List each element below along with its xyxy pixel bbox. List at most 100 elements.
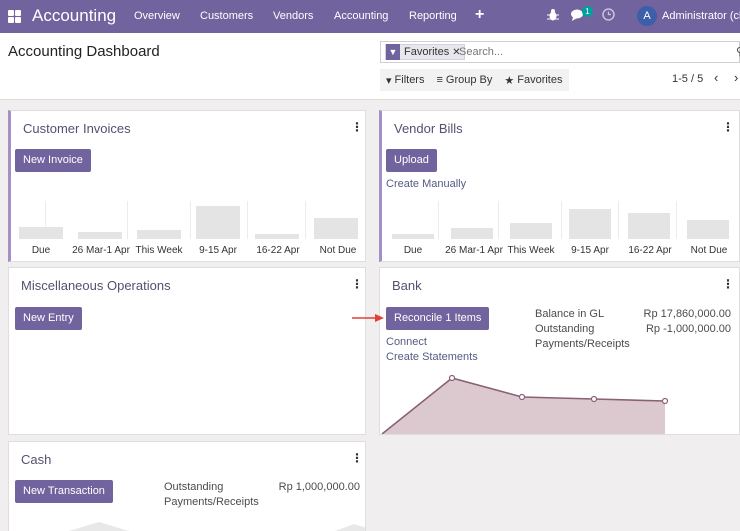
grid-line (498, 201, 499, 239)
chart-point[interactable] (590, 395, 598, 403)
filters-button[interactable]: ▾ Filters (380, 74, 430, 87)
invoice-bar-chart (15, 201, 365, 239)
kebab-menu-icon[interactable]: ⋮ (722, 278, 734, 290)
grid-line (305, 201, 306, 239)
customer-invoices-card: Customer Invoices ⋮ New Invoice Due 26 M… (8, 110, 366, 262)
outstanding-value: Rp 1,000,000.00 (278, 481, 360, 493)
outstanding-label[interactable]: Outstanding (535, 323, 594, 335)
kebab-menu-icon[interactable]: ⋮ (351, 452, 363, 464)
kebab-menu-icon[interactable]: ⋮ (722, 121, 734, 133)
connect-link[interactable]: Connect (386, 336, 427, 348)
chart-bar[interactable] (687, 220, 729, 239)
app-brand[interactable]: Accounting (32, 6, 116, 26)
menu-vendors[interactable]: Vendors (273, 10, 313, 22)
chart-area (382, 378, 665, 434)
new-invoice-button[interactable]: New Invoice (15, 149, 91, 172)
facet-label: Favorites (404, 46, 450, 58)
funnel-icon: ▾ (386, 74, 392, 87)
bills-bar-chart (386, 201, 738, 239)
grid-line (190, 201, 191, 239)
bug-icon[interactable] (547, 8, 559, 22)
chevron-left-icon[interactable]: ‹ (714, 70, 718, 85)
chart-bar[interactable] (19, 227, 63, 239)
chart-bar[interactable] (137, 230, 181, 239)
menu-overview[interactable]: Overview (134, 10, 180, 22)
chart-point[interactable] (661, 397, 669, 405)
pager-value[interactable]: 1-5 / 5 (672, 73, 703, 85)
chart-bar[interactable] (196, 206, 240, 239)
card-title[interactable]: Miscellaneous Operations (21, 278, 171, 293)
chart-label: Not Due (319, 245, 357, 256)
chart-label: 9-15 Apr (199, 245, 237, 256)
outstanding-value: Rp -1,000,000.00 (645, 323, 731, 335)
control-panel: Accounting Dashboard ▼ Favorites ✕ ⚲ ▾Fi… (0, 33, 740, 100)
grid-line (127, 201, 128, 239)
chart-label: 16-22 Apr (628, 245, 672, 256)
chevron-right-icon[interactable]: › (734, 70, 738, 85)
card-title[interactable]: Bank (392, 278, 422, 293)
grid-line (561, 201, 562, 239)
cash-line-chart (69, 522, 365, 531)
chart-area (69, 522, 129, 531)
create-manually-link[interactable]: Create Manually (386, 178, 466, 190)
kebab-menu-icon[interactable]: ⋮ (351, 121, 363, 133)
card-title[interactable]: Cash (21, 452, 51, 467)
outstanding-label-2[interactable]: Payments/Receipts (164, 496, 259, 508)
grid-line (247, 201, 248, 239)
chart-bar[interactable] (451, 228, 493, 239)
upload-button[interactable]: Upload (386, 149, 437, 172)
balance-value: Rp 17,860,000.00 (643, 308, 731, 320)
invoice-chart-labels: Due 26 Mar-1 Apr This Week 9-15 Apr 16-2… (15, 245, 365, 259)
chart-label: Due (403, 245, 423, 256)
apps-menu-icon[interactable] (8, 10, 21, 23)
avatar[interactable]: A (637, 6, 657, 26)
reconcile-button[interactable]: Reconcile 1 Items (386, 307, 490, 330)
vendor-bills-card: Vendor Bills ⋮ Upload Create Manually Du… (379, 110, 740, 262)
search-box[interactable]: ▼ Favorites ✕ ⚲ (380, 41, 740, 63)
menu-accounting[interactable]: Accounting (334, 10, 388, 22)
outstanding-label-2[interactable]: Payments/Receipts (535, 338, 630, 350)
chart-label: Due (31, 245, 51, 256)
favorites-facet[interactable]: ▼ Favorites ✕ (385, 44, 465, 60)
funnel-icon: ▼ (386, 44, 400, 60)
grid-line (618, 201, 619, 239)
chart-label: This Week (507, 245, 555, 256)
chart-label: 9-15 Apr (571, 245, 609, 256)
card-title[interactable]: Vendor Bills (394, 121, 463, 136)
new-entry-button[interactable]: New Entry (15, 307, 82, 330)
favorites-button[interactable]: ★ Favorites (498, 74, 568, 87)
menu-reporting[interactable]: Reporting (409, 10, 457, 22)
menu-customers[interactable]: Customers (200, 10, 253, 22)
group-by-button[interactable]: ≡ Group By (430, 74, 498, 86)
bills-chart-labels: Due 26 Mar-1 Apr This Week 9-15 Apr 16-2… (386, 245, 738, 259)
search-input[interactable] (459, 44, 729, 60)
chart-bar[interactable] (628, 213, 670, 239)
chart-point[interactable] (448, 374, 456, 382)
chart-bar[interactable] (314, 218, 358, 239)
card-title[interactable]: Customer Invoices (23, 121, 131, 136)
outstanding-label[interactable]: Outstanding (164, 481, 223, 493)
chart-bar[interactable] (510, 223, 552, 239)
chart-bar[interactable] (392, 234, 434, 239)
new-transaction-button[interactable]: New Transaction (15, 480, 113, 503)
create-statements-link[interactable]: Create Statements (386, 351, 478, 363)
bank-line-chart (381, 374, 669, 434)
chart-bar[interactable] (78, 232, 122, 239)
chart-bar[interactable] (569, 209, 611, 239)
kebab-menu-icon[interactable]: ⋮ (351, 278, 363, 290)
chart-bar[interactable] (255, 234, 299, 239)
bank-card: Bank ⋮ Reconcile 1 Items Connect Create … (379, 267, 740, 435)
user-menu[interactable]: Administrator (cb0 (662, 10, 740, 22)
search-icon[interactable]: ⚲ (736, 45, 740, 58)
favorites-label: Favorites (517, 74, 563, 86)
clock-icon[interactable] (602, 8, 615, 21)
star-icon: ★ (504, 74, 515, 87)
misc-operations-card: Miscellaneous Operations ⋮ New Entry (8, 267, 366, 435)
grid-line (676, 201, 677, 239)
chart-area (335, 524, 365, 531)
chart-label: Not Due (690, 245, 728, 256)
chart-point[interactable] (518, 393, 526, 401)
annotation-arrow-icon (352, 314, 384, 322)
plus-icon[interactable]: + (475, 6, 484, 24)
chart-label: 26 Mar-1 Apr (72, 245, 130, 256)
